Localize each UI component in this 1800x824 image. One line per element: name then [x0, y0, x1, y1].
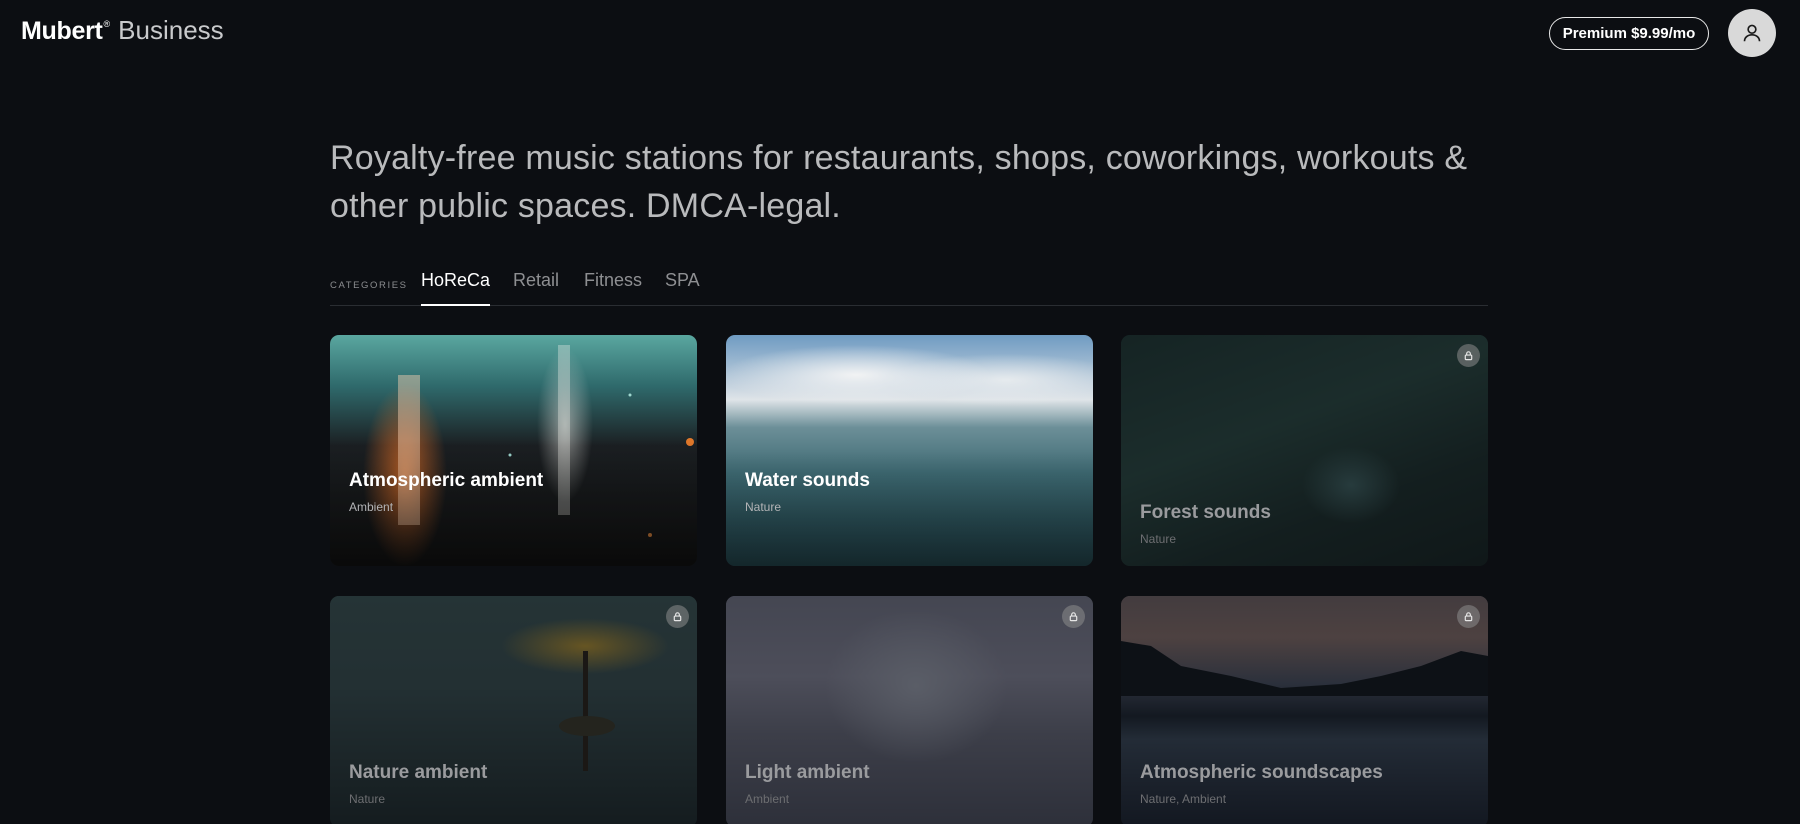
card-shade — [726, 596, 1093, 824]
hero-headline: Royalty-free music stations for restaura… — [330, 139, 1468, 225]
station-card-atmospheric-soundscapes[interactable]: Atmospheric soundscapes Nature, Ambient — [1121, 596, 1488, 824]
tab-horeca[interactable]: HoReCa — [421, 270, 491, 306]
station-card-nature-ambient[interactable]: Nature ambient Nature — [330, 596, 697, 824]
header: Mubert ® Business Premium $9.99/mo — [0, 0, 1800, 64]
card-tags: Nature — [1140, 532, 1177, 546]
lock-icon — [1062, 605, 1085, 628]
logo-product: Business — [118, 15, 224, 45]
tab-spa[interactable]: SPA — [665, 270, 700, 306]
station-card-forest-sounds[interactable]: Forest sounds Nature — [1121, 335, 1488, 566]
logo[interactable]: Mubert ® Business — [21, 15, 224, 46]
card-title: Atmospheric ambient — [349, 470, 544, 491]
card-tags: Ambient — [745, 792, 790, 806]
category-tabs: CATEGORIES HoReCa Retail Fitness SPA — [330, 268, 1488, 306]
card-tags: Ambient — [349, 500, 394, 514]
lock-icon — [1457, 344, 1480, 367]
card-shade — [1121, 596, 1488, 824]
card-title: Water sounds — [745, 470, 870, 491]
card-tags: Nature, Ambient — [1140, 792, 1227, 806]
card-shade — [330, 335, 697, 566]
logo-registered-mark: ® — [103, 19, 111, 29]
card-shade — [330, 596, 697, 824]
categories-label: CATEGORIES — [330, 280, 408, 291]
card-tags: Nature — [745, 500, 782, 514]
tab-retail[interactable]: Retail — [513, 270, 559, 306]
user-icon — [1743, 24, 1761, 42]
card-title: Nature ambient — [349, 762, 488, 783]
card-shade — [1121, 335, 1488, 566]
station-card-light-ambient[interactable]: Light ambient Ambient — [726, 596, 1093, 824]
premium-button[interactable]: Premium $9.99/mo — [1549, 17, 1709, 50]
tab-fitness[interactable]: Fitness — [584, 270, 642, 306]
lock-icon — [1457, 605, 1480, 628]
card-title: Forest sounds — [1140, 502, 1271, 523]
station-card-atmospheric-ambient[interactable]: Atmospheric ambient Ambient — [330, 335, 697, 566]
card-title: Atmospheric soundscapes — [1140, 762, 1383, 783]
card-shade — [726, 335, 1093, 566]
card-tags: Nature — [349, 792, 386, 806]
card-title: Light ambient — [745, 762, 870, 783]
lock-icon — [666, 605, 689, 628]
logo-brand: Mubert — [21, 17, 103, 45]
avatar[interactable] — [1728, 9, 1776, 57]
station-card-water-sounds[interactable]: Water sounds Nature — [726, 335, 1093, 566]
